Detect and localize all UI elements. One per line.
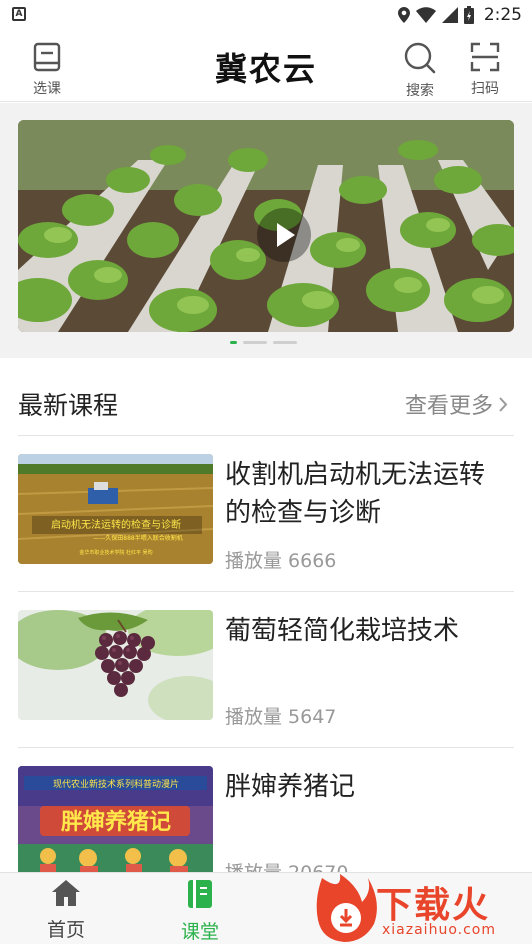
scan-button[interactable]: 扫码 [461, 42, 509, 98]
battery-icon [463, 6, 474, 24]
section-title: 最新课程 [18, 391, 119, 420]
scan-label: 扫码 [471, 81, 499, 97]
status-time: 2:25 [483, 5, 522, 25]
course-item[interactable]: 启动机无法运转的检查与诊断 ——久保田888半喂入联合收割机 金华市职业技术学院… [18, 436, 514, 592]
thumb-title-text: 启动机无法运转的检查与诊断 [51, 518, 181, 531]
watermark-logo: 下载火 xiazaihuo.com [310, 872, 532, 944]
play-icon [277, 223, 295, 247]
thumb-title-text: 胖婶养猪记 [61, 809, 171, 835]
tab-classroom[interactable]: 课堂 [160, 879, 240, 944]
tab-home-label: 首页 [46, 919, 85, 941]
tab-classroom-label: 课堂 [180, 921, 219, 943]
search-icon [404, 42, 436, 74]
status-bar: A 2:25 [0, 0, 532, 30]
location-icon [397, 7, 410, 23]
course-thumbnail [18, 610, 213, 720]
thumb-credit-text: 金华市职业技术学院 杜红平 吴昀 [79, 549, 152, 556]
course-thumbnail: 现代农业新技术系列科普动漫片 胖婶养猪记 [18, 766, 213, 876]
course-play-count: 播放量 6666 [225, 550, 337, 572]
app-header: 选课 冀农云 搜索 扫码 [0, 30, 532, 102]
flame-icon [316, 874, 377, 942]
play-button[interactable] [257, 208, 311, 262]
thumb-banner-text: 现代农业新技术系列科普动漫片 [53, 778, 179, 790]
chevron-right-icon [499, 396, 508, 412]
banner-carousel [0, 103, 532, 358]
latest-courses-header: 最新课程 查看更多 [18, 370, 514, 436]
wifi-icon [415, 7, 436, 23]
watermark-subtext: xiazaihuo.com [382, 922, 496, 938]
app-title: 冀农云 [214, 50, 317, 88]
carousel-indicator [230, 341, 297, 344]
course-title: 葡萄轻简化栽培技术 [225, 616, 460, 646]
classroom-icon [188, 880, 212, 908]
banner-video-image[interactable] [18, 120, 514, 332]
status-icons: 2:25 [397, 4, 522, 26]
carousel-dot [243, 341, 267, 344]
scan-icon [470, 42, 500, 72]
thumb-subtitle-text: ——久保田888半喂入联合收割机 [93, 534, 182, 542]
search-label: 搜索 [406, 83, 434, 99]
course-play-count: 播放量 5647 [225, 706, 337, 728]
search-button[interactable]: 搜索 [396, 42, 444, 100]
tab-home[interactable]: 首页 [26, 879, 106, 942]
course-thumbnail: 启动机无法运转的检查与诊断 ——久保田888半喂入联合收割机 金华市职业技术学院… [18, 454, 213, 564]
course-title: 胖婶养猪记 [225, 772, 356, 802]
view-more-label: 查看更多 [404, 394, 493, 419]
course-item[interactable]: 葡萄轻简化栽培技术 播放量 5647 [18, 592, 514, 748]
carousel-dot-active [230, 341, 237, 344]
notification-icon: A [12, 7, 26, 21]
view-more-link[interactable]: 查看更多 [405, 388, 508, 420]
watermark-text: 下载火 [376, 885, 491, 926]
course-title: 收割机启动机无法运转的检查与诊断 [225, 460, 486, 528]
home-icon [52, 880, 80, 906]
carousel-dot [273, 341, 297, 344]
cellular-icon [441, 7, 458, 23]
